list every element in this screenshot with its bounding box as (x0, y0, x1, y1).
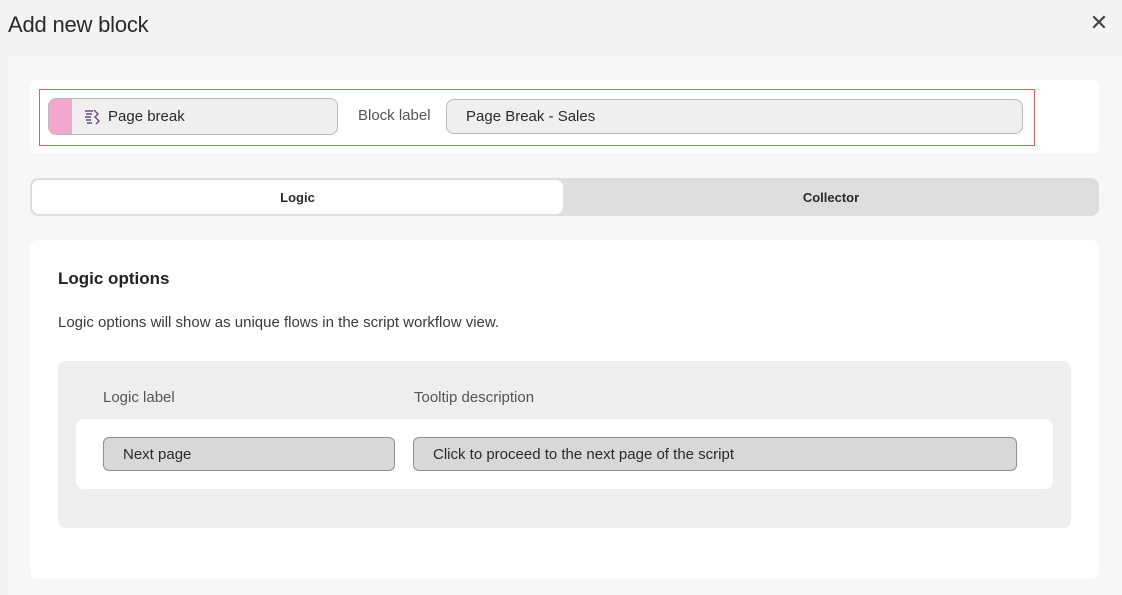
page-break-icon (83, 108, 101, 126)
logic-options-heading: Logic options (58, 269, 170, 288)
block-color-swatch (49, 99, 72, 134)
dialog-title: Add new block (8, 12, 149, 37)
block-type-label: Page break (108, 108, 185, 125)
tooltip-column-header: Tooltip description (414, 389, 535, 406)
tab-bar: Logic Collector (30, 178, 1099, 216)
logic-label-input[interactable] (103, 437, 395, 471)
block-type-selector[interactable]: Page break (48, 98, 338, 135)
close-icon[interactable]: ✕ (1086, 10, 1112, 36)
logic-label-column-header: Logic label (103, 389, 175, 406)
tab-logic[interactable]: Logic (32, 180, 563, 214)
tooltip-description-input[interactable] (413, 437, 1017, 471)
tab-collector[interactable]: Collector (563, 178, 1099, 216)
block-label-input[interactable] (446, 99, 1023, 134)
logic-options-description: Logic options will show as unique flows … (58, 314, 500, 331)
add-block-dialog: Add new block ✕ Page break Block label L… (0, 0, 1122, 595)
block-label-caption: Block label (358, 107, 431, 124)
